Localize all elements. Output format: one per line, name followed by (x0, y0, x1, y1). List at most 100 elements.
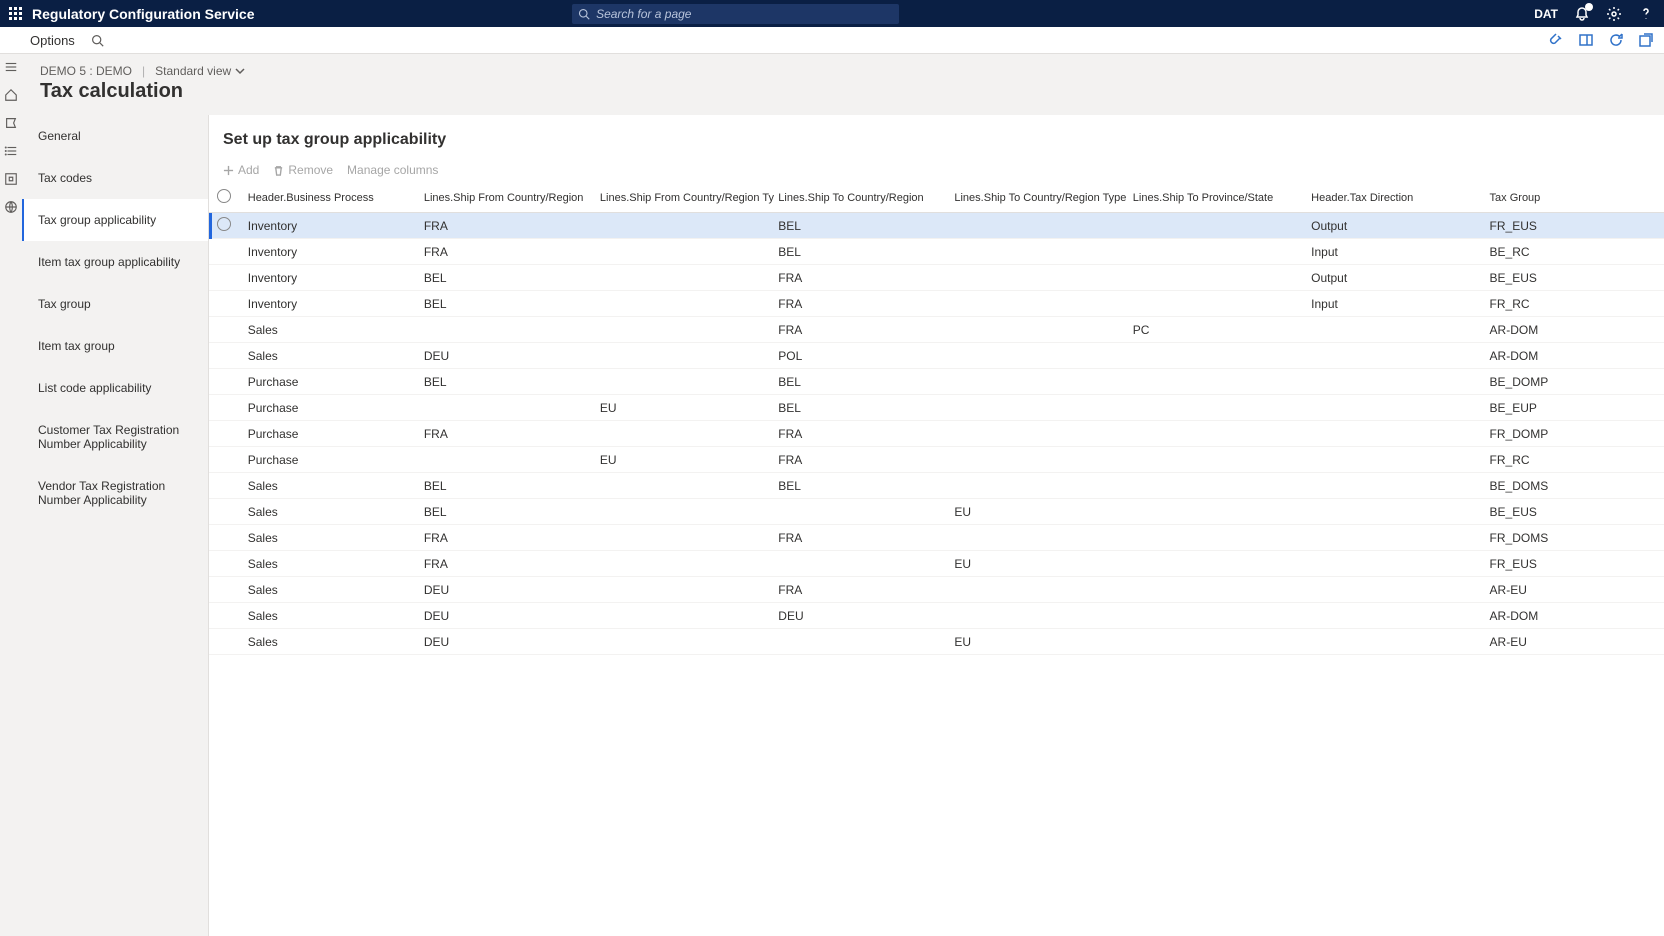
cell-sfc[interactable]: FRA (420, 239, 596, 265)
row-select-cell[interactable] (209, 395, 244, 421)
table-row[interactable]: PurchaseEUBELBE_EUP (209, 395, 1664, 421)
cell-td[interactable] (1307, 551, 1485, 577)
cell-tg[interactable]: BE_RC (1486, 239, 1664, 265)
cell-stps[interactable] (1129, 629, 1307, 655)
cell-sfc[interactable]: FRA (420, 525, 596, 551)
section-item[interactable]: General (22, 115, 208, 157)
cell-tg[interactable]: AR-DOM (1486, 317, 1664, 343)
cell-tg[interactable]: AR-DOM (1486, 603, 1664, 629)
cell-bp[interactable]: Inventory (244, 291, 420, 317)
cell-stc[interactable]: FRA (774, 291, 950, 317)
cell-stc[interactable] (774, 551, 950, 577)
row-select-cell[interactable] (209, 213, 244, 239)
cell-stc[interactable]: BEL (774, 395, 950, 421)
cell-tg[interactable]: FR_EUS (1486, 213, 1664, 239)
options-menu[interactable]: Options (30, 33, 75, 48)
cell-sfc[interactable]: FRA (420, 213, 596, 239)
cell-bp[interactable]: Inventory (244, 239, 420, 265)
row-select-cell[interactable] (209, 265, 244, 291)
cell-stc[interactable]: POL (774, 343, 950, 369)
section-item[interactable]: Tax group applicability (22, 199, 208, 241)
cell-tg[interactable]: BE_DOMP (1486, 369, 1664, 395)
section-item[interactable]: List code applicability (22, 367, 208, 409)
cell-stct[interactable] (950, 343, 1128, 369)
cell-sfct[interactable] (596, 577, 774, 603)
list-icon[interactable] (4, 144, 18, 158)
cell-sfc[interactable]: BEL (420, 499, 596, 525)
remove-button[interactable]: Remove (273, 163, 333, 177)
cell-bp[interactable]: Sales (244, 603, 420, 629)
col-header[interactable]: Header.Tax Direction (1307, 183, 1485, 213)
cell-stct[interactable] (950, 473, 1128, 499)
cell-sfc[interactable]: DEU (420, 603, 596, 629)
cell-bp[interactable]: Sales (244, 629, 420, 655)
command-search-icon[interactable] (91, 34, 104, 47)
cell-stc[interactable] (774, 629, 950, 655)
section-item[interactable]: Item tax group applicability (22, 241, 208, 283)
cell-stc[interactable]: BEL (774, 473, 950, 499)
cell-bp[interactable]: Sales (244, 499, 420, 525)
col-header[interactable]: Tax Group (1486, 183, 1664, 213)
cell-stct[interactable] (950, 447, 1128, 473)
cell-bp[interactable]: Purchase (244, 369, 420, 395)
row-select-circle[interactable] (217, 217, 231, 231)
cell-sfc[interactable]: BEL (420, 265, 596, 291)
module-icon[interactable] (4, 172, 18, 186)
cell-bp[interactable]: Inventory (244, 265, 420, 291)
row-select-cell[interactable] (209, 577, 244, 603)
table-row[interactable]: SalesDEUDEUAR-DOM (209, 603, 1664, 629)
cell-bp[interactable]: Inventory (244, 213, 420, 239)
col-header[interactable]: Header.Business Process (244, 183, 420, 213)
cell-stps[interactable] (1129, 525, 1307, 551)
table-row[interactable]: PurchaseFRAFRAFR_DOMP (209, 421, 1664, 447)
cell-sfc[interactable]: FRA (420, 551, 596, 577)
globe-icon[interactable] (4, 200, 18, 214)
cell-stc[interactable]: BEL (774, 213, 950, 239)
row-select-cell[interactable] (209, 473, 244, 499)
breadcrumb-path[interactable]: DEMO 5 : DEMO (40, 64, 132, 78)
table-row[interactable]: InventoryBELFRAOutputBE_EUS (209, 265, 1664, 291)
cell-stc[interactable]: FRA (774, 421, 950, 447)
cell-stc[interactable]: FRA (774, 447, 950, 473)
cell-sfc[interactable] (420, 395, 596, 421)
table-row[interactable]: SalesBELBELBE_DOMS (209, 473, 1664, 499)
cell-td[interactable] (1307, 525, 1485, 551)
cell-tg[interactable]: BE_DOMS (1486, 473, 1664, 499)
cell-stct[interactable]: EU (950, 499, 1128, 525)
cell-stps[interactable] (1129, 421, 1307, 447)
cell-sfct[interactable] (596, 343, 774, 369)
select-all-header[interactable] (209, 183, 244, 213)
cell-tg[interactable]: AR-EU (1486, 577, 1664, 603)
cell-stc[interactable]: BEL (774, 239, 950, 265)
cell-td[interactable] (1307, 577, 1485, 603)
col-header[interactable]: Lines.Ship From Country/Region (420, 183, 596, 213)
cell-stps[interactable] (1129, 447, 1307, 473)
cell-tg[interactable]: AR-EU (1486, 629, 1664, 655)
cell-bp[interactable]: Sales (244, 473, 420, 499)
recent-icon[interactable] (4, 116, 18, 130)
cell-stct[interactable] (950, 395, 1128, 421)
app-launcher-icon[interactable] (6, 5, 24, 23)
table-row[interactable]: SalesDEUEUAR-EU (209, 629, 1664, 655)
help-icon[interactable] (1638, 6, 1654, 22)
cell-sfc[interactable]: FRA (420, 421, 596, 447)
table-row[interactable]: InventoryFRA BEL InputBE_RC (209, 239, 1664, 265)
row-select-cell[interactable] (209, 291, 244, 317)
cell-stps[interactable] (1129, 291, 1307, 317)
cell-td[interactable] (1307, 603, 1485, 629)
table-row[interactable]: SalesDEUPOLAR-DOM (209, 343, 1664, 369)
cell-tg[interactable]: BE_EUP (1486, 395, 1664, 421)
cell-stc[interactable]: FRA (774, 577, 950, 603)
cell-sfct[interactable] (596, 265, 774, 291)
cell-stps[interactable] (1129, 603, 1307, 629)
cell-sfc[interactable]: DEU (420, 343, 596, 369)
cell-sfct[interactable] (596, 551, 774, 577)
cell-sfct[interactable] (596, 421, 774, 447)
row-select-cell[interactable] (209, 629, 244, 655)
popout-icon[interactable] (1638, 32, 1654, 48)
table-row[interactable]: PurchaseBELBELBE_DOMP (209, 369, 1664, 395)
cell-td[interactable] (1307, 395, 1485, 421)
cell-bp[interactable]: Purchase (244, 447, 420, 473)
cell-tg[interactable]: FR_RC (1486, 447, 1664, 473)
cell-td[interactable]: Input (1307, 239, 1485, 265)
